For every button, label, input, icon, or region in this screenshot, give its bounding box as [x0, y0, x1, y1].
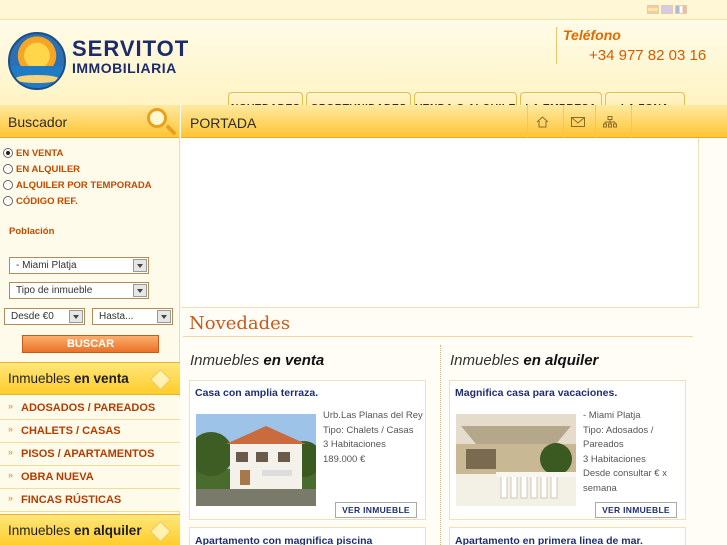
chevron-down-icon[interactable]	[69, 310, 83, 323]
search-panel-header: Buscador	[0, 105, 179, 138]
property-photo[interactable]	[456, 414, 576, 506]
sidebar-item-chalets[interactable]: CHALETS / CASAS	[0, 420, 180, 443]
toolbar-spacer	[631, 105, 660, 138]
page-title: PORTADA	[190, 115, 257, 131]
language-flags	[647, 5, 687, 14]
logo-icon[interactable]	[8, 32, 66, 90]
view-property-button[interactable]: VER INMUEBLE	[595, 502, 677, 518]
radio-label: EN ALQUILER	[16, 163, 81, 175]
property-title[interactable]: Apartamento en primera linea de mar.	[455, 535, 643, 545]
property-title[interactable]: Apartamento con magnifica piscina	[195, 535, 372, 545]
mail-icon[interactable]	[563, 105, 592, 138]
view-property-button[interactable]: VER INMUEBLE	[335, 502, 417, 518]
search-button[interactable]: BUSCAR	[22, 335, 159, 353]
search-panel-title: Buscador	[8, 114, 68, 130]
banner-area	[181, 138, 699, 308]
property-rooms: 3 Habitaciones	[323, 439, 386, 450]
venta-head-strong: en venta	[74, 371, 129, 386]
property-title[interactable]: Casa con amplia terraza.	[195, 387, 318, 399]
page: SERVITOT IMMOBILIARIA Teléfono +34 977 8…	[0, 0, 727, 545]
alquiler-head-pre: Inmuebles	[8, 523, 75, 538]
poblacion-select[interactable]: - Miami Platja	[9, 257, 149, 274]
property-details: - Miami Platja Tipo: Adosados / Pareados…	[583, 409, 683, 496]
property-details: Urb.Las Planas del Rey Tipo: Chalets / C…	[323, 409, 423, 467]
radio-label: CÓDIGO REF.	[16, 195, 78, 207]
col-title-strong: en venta	[263, 352, 325, 369]
tipo-inmueble-value: Tipo de inmueble	[16, 285, 93, 296]
col-title-pre: Inmuebles	[450, 352, 524, 369]
sidebar-item-fincas[interactable]: FINCAS RÚSTICAS	[0, 489, 180, 512]
property-card[interactable]: Magnifica casa para vacaciones. - Miami …	[449, 380, 686, 520]
column-divider	[440, 345, 441, 545]
poblacion-label: Población	[9, 226, 55, 237]
property-rooms: 3 Habitaciones	[583, 453, 646, 465]
radio-codigo-ref[interactable]: CÓDIGO REF.	[3, 193, 179, 209]
property-location: - Miami Platja	[583, 410, 641, 421]
sidebar-item-obra-nueva[interactable]: OBRA NUEVA	[0, 466, 180, 489]
venta-head-pre: Inmuebles	[8, 371, 75, 386]
alquiler-head-strong: en alquiler	[74, 523, 142, 538]
sidebar-item-pisos[interactable]: PISOS / APARTAMENTOS	[0, 443, 180, 466]
alquiler-column-title: Inmuebles en alquiler	[450, 352, 598, 369]
poblacion-value: - Miami Platja	[16, 260, 77, 271]
phone-block: Teléfono +34 977 82 03 16	[556, 27, 716, 64]
phone-number: +34 977 82 03 16	[589, 47, 707, 64]
property-card[interactable]: Casa con amplia terraza. Urb.Las Planas …	[189, 380, 426, 520]
divider	[183, 336, 693, 337]
radio-en-venta[interactable]: EN VENTA	[3, 145, 179, 161]
alquiler-section-header[interactable]: Inmuebles en alquiler	[0, 514, 180, 545]
page-title-bar: PORTADA	[181, 105, 727, 138]
radio-on-icon[interactable]	[3, 148, 13, 158]
top-bar	[0, 0, 727, 20]
col-title-strong: en alquiler	[523, 352, 599, 369]
radio-en-alquiler[interactable]: EN ALQUILER	[3, 161, 179, 177]
radio-off-icon[interactable]	[3, 164, 13, 174]
cube-icon	[149, 368, 172, 391]
flag-uk-icon[interactable]	[661, 5, 673, 14]
chevron-down-icon[interactable]	[157, 310, 171, 323]
home-icon[interactable]	[527, 105, 556, 138]
radio-label: ALQUILER POR TEMPORADA	[16, 179, 152, 191]
property-price: Desde consultar € x semana	[583, 468, 667, 494]
property-photo[interactable]	[196, 414, 316, 506]
property-type: Tipo: Chalets / Casas	[323, 424, 414, 436]
radio-alquiler-temporada[interactable]: ALQUILER POR TEMPORADA	[3, 177, 179, 193]
property-card[interactable]: Apartamento con magnifica piscina	[189, 527, 426, 545]
price-to-value: Hasta...	[99, 311, 134, 322]
brand-title: SERVITOT	[72, 36, 190, 61]
radio-off-icon[interactable]	[3, 196, 13, 206]
property-title[interactable]: Magnifica casa para vacaciones.	[455, 387, 617, 399]
flag-fr-icon[interactable]	[675, 5, 687, 14]
radio-label: EN VENTA	[16, 147, 64, 159]
sitemap-icon[interactable]	[595, 105, 624, 138]
venta-column-title: Inmuebles en venta	[190, 352, 324, 369]
price-to-select[interactable]: Hasta...	[92, 308, 173, 325]
novedades-heading: Novedades	[189, 313, 291, 334]
property-type: Tipo: Adosados / Pareados	[583, 424, 654, 451]
radio-off-icon[interactable]	[3, 180, 13, 190]
venta-section-header[interactable]: Inmuebles en venta	[0, 362, 180, 395]
brand-name[interactable]: SERVITOT IMMOBILIARIA	[72, 36, 190, 77]
sidebar-item-adosados[interactable]: ADOSADOS / PAREADOS	[0, 397, 180, 420]
chevron-down-icon[interactable]	[133, 259, 147, 272]
chevron-down-icon[interactable]	[133, 284, 147, 297]
search-icon	[147, 108, 167, 128]
operation-radios: EN VENTA EN ALQUILER ALQUILER POR TEMPOR…	[0, 138, 179, 209]
tipo-inmueble-select[interactable]: Tipo de inmueble	[9, 282, 149, 299]
flag-es-icon[interactable]	[647, 5, 659, 14]
sidebar: Buscador EN VENTA EN ALQUILER ALQUILER P…	[0, 105, 180, 545]
phone-label: Teléfono	[563, 27, 621, 43]
price-from-value: Desde €0	[11, 311, 54, 322]
property-card[interactable]: Apartamento en primera linea de mar.	[449, 527, 686, 545]
property-location: Urb.Las Planas del Rey	[323, 410, 423, 421]
cube-icon	[149, 520, 172, 543]
property-price: 189.000 €	[323, 453, 366, 465]
site-header: SERVITOT IMMOBILIARIA Teléfono +34 977 8…	[0, 20, 727, 123]
col-title-pre: Inmuebles	[190, 352, 264, 369]
price-from-select[interactable]: Desde €0	[4, 308, 85, 325]
brand-subtitle: IMMOBILIARIA	[72, 60, 177, 76]
